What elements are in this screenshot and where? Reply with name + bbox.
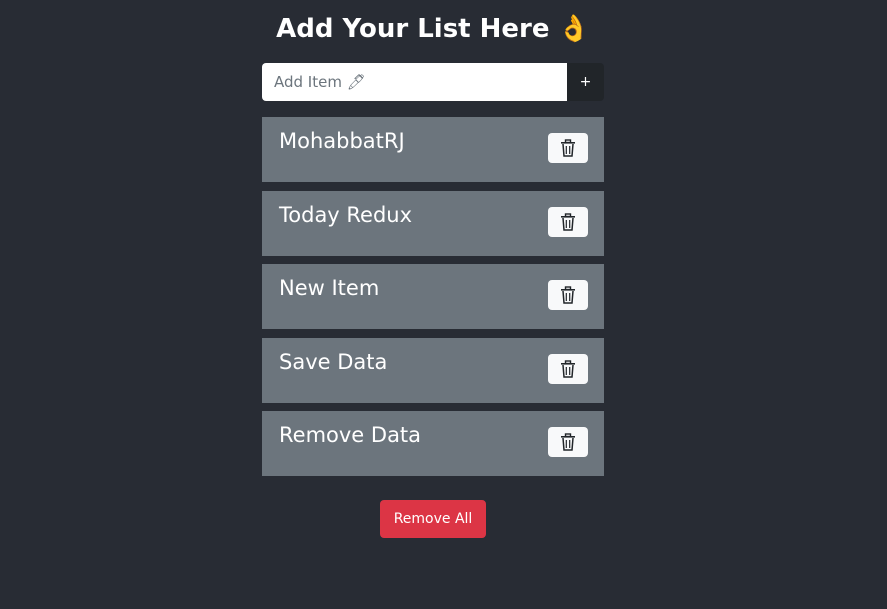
list-item: Remove Data: [262, 411, 604, 476]
delete-item-button[interactable]: [548, 133, 588, 163]
delete-item-button[interactable]: [548, 206, 588, 237]
item-list: MohabbatRJ Today Redux New Item Save Dat…: [262, 117, 604, 485]
list-item-label: Remove Data: [279, 423, 422, 447]
remove-all-button[interactable]: Remove All: [380, 500, 486, 538]
delete-item-button[interactable]: [548, 280, 588, 310]
list-item: MohabbatRJ: [262, 117, 604, 182]
page-title-text: Add Your List Here: [276, 14, 550, 44]
list-item-label: New Item: [279, 276, 380, 300]
delete-item-button[interactable]: [548, 353, 588, 384]
list-item-label: Today Redux: [279, 202, 413, 227]
trash-icon: [561, 139, 575, 157]
trash-icon: [561, 212, 575, 231]
ok-hand-emoji: 👌: [557, 14, 590, 44]
page-title: Add Your List Here 👌: [262, 14, 604, 44]
add-item-input[interactable]: [262, 63, 567, 101]
list-item: New Item: [262, 264, 604, 329]
list-item-label: Save Data: [279, 349, 388, 374]
list-item: Today Redux: [262, 190, 604, 256]
list-item: Save Data: [262, 337, 604, 403]
list-item-label: MohabbatRJ: [279, 129, 405, 153]
trash-icon: [561, 286, 575, 304]
trash-icon: [561, 359, 575, 378]
trash-icon: [561, 433, 575, 451]
delete-item-button[interactable]: [548, 427, 588, 457]
add-item-form: +: [262, 63, 604, 101]
add-item-button[interactable]: +: [567, 63, 604, 101]
